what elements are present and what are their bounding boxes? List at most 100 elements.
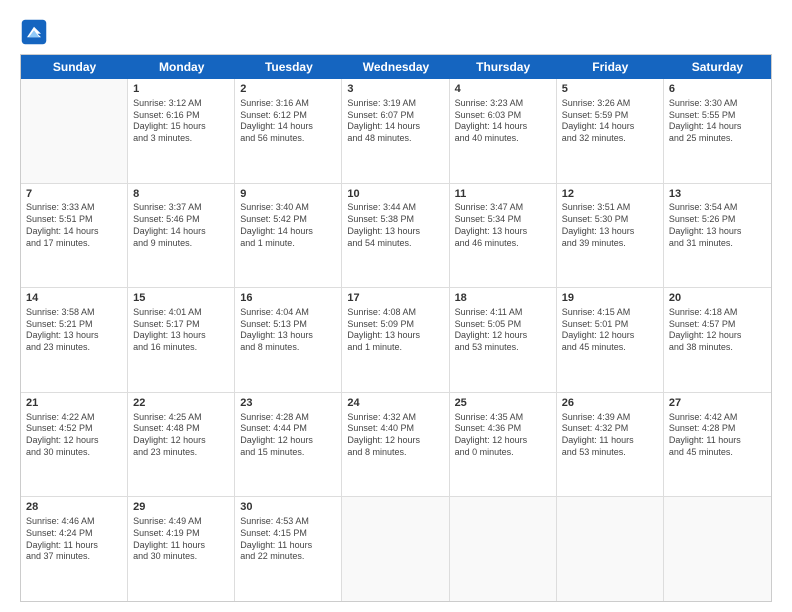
day-number: 9 [240,187,336,202]
calendar-day-cell: 8Sunrise: 3:37 AM Sunset: 5:46 PM Daylig… [128,184,235,288]
day-info: Sunrise: 4:32 AM Sunset: 4:40 PM Dayligh… [347,412,443,459]
weekday-header: Tuesday [235,55,342,79]
day-number: 5 [562,82,658,97]
calendar-day-cell: 12Sunrise: 3:51 AM Sunset: 5:30 PM Dayli… [557,184,664,288]
day-info: Sunrise: 4:46 AM Sunset: 4:24 PM Dayligh… [26,516,122,563]
logo [20,18,50,46]
weekday-header: Wednesday [342,55,449,79]
day-info: Sunrise: 3:47 AM Sunset: 5:34 PM Dayligh… [455,202,551,249]
day-number: 22 [133,396,229,411]
weekday-header: Sunday [21,55,128,79]
page: SundayMondayTuesdayWednesdayThursdayFrid… [0,0,792,612]
calendar-day-cell: 13Sunrise: 3:54 AM Sunset: 5:26 PM Dayli… [664,184,771,288]
day-number: 7 [26,187,122,202]
calendar-day-cell: 29Sunrise: 4:49 AM Sunset: 4:19 PM Dayli… [128,497,235,601]
day-number: 25 [455,396,551,411]
day-number: 18 [455,291,551,306]
calendar-day-cell: 22Sunrise: 4:25 AM Sunset: 4:48 PM Dayli… [128,393,235,497]
day-info: Sunrise: 3:51 AM Sunset: 5:30 PM Dayligh… [562,202,658,249]
calendar-day-cell: 25Sunrise: 4:35 AM Sunset: 4:36 PM Dayli… [450,393,557,497]
calendar-day-cell: 16Sunrise: 4:04 AM Sunset: 5:13 PM Dayli… [235,288,342,392]
calendar-day-cell: 15Sunrise: 4:01 AM Sunset: 5:17 PM Dayli… [128,288,235,392]
day-number: 4 [455,82,551,97]
day-info: Sunrise: 4:28 AM Sunset: 4:44 PM Dayligh… [240,412,336,459]
empty-cell [450,497,557,601]
day-info: Sunrise: 4:08 AM Sunset: 5:09 PM Dayligh… [347,307,443,354]
calendar-day-cell: 21Sunrise: 4:22 AM Sunset: 4:52 PM Dayli… [21,393,128,497]
day-info: Sunrise: 3:44 AM Sunset: 5:38 PM Dayligh… [347,202,443,249]
weekday-header: Friday [557,55,664,79]
day-number: 1 [133,82,229,97]
calendar-day-cell: 18Sunrise: 4:11 AM Sunset: 5:05 PM Dayli… [450,288,557,392]
day-info: Sunrise: 3:54 AM Sunset: 5:26 PM Dayligh… [669,202,766,249]
calendar-row: 14Sunrise: 3:58 AM Sunset: 5:21 PM Dayli… [21,288,771,393]
day-number: 19 [562,291,658,306]
day-info: Sunrise: 4:22 AM Sunset: 4:52 PM Dayligh… [26,412,122,459]
calendar-day-cell: 5Sunrise: 3:26 AM Sunset: 5:59 PM Daylig… [557,79,664,183]
calendar-day-cell: 30Sunrise: 4:53 AM Sunset: 4:15 PM Dayli… [235,497,342,601]
day-info: Sunrise: 3:30 AM Sunset: 5:55 PM Dayligh… [669,98,766,145]
calendar-day-cell: 1Sunrise: 3:12 AM Sunset: 6:16 PM Daylig… [128,79,235,183]
empty-cell [557,497,664,601]
calendar-row: 28Sunrise: 4:46 AM Sunset: 4:24 PM Dayli… [21,497,771,601]
calendar-day-cell: 4Sunrise: 3:23 AM Sunset: 6:03 PM Daylig… [450,79,557,183]
header [20,18,772,46]
day-number: 17 [347,291,443,306]
day-number: 10 [347,187,443,202]
day-number: 20 [669,291,766,306]
day-number: 8 [133,187,229,202]
day-info: Sunrise: 3:23 AM Sunset: 6:03 PM Dayligh… [455,98,551,145]
weekday-header: Monday [128,55,235,79]
calendar-day-cell: 9Sunrise: 3:40 AM Sunset: 5:42 PM Daylig… [235,184,342,288]
day-info: Sunrise: 4:39 AM Sunset: 4:32 PM Dayligh… [562,412,658,459]
calendar-day-cell: 7Sunrise: 3:33 AM Sunset: 5:51 PM Daylig… [21,184,128,288]
calendar-header: SundayMondayTuesdayWednesdayThursdayFrid… [21,55,771,79]
day-number: 23 [240,396,336,411]
day-info: Sunrise: 3:37 AM Sunset: 5:46 PM Dayligh… [133,202,229,249]
day-number: 13 [669,187,766,202]
day-info: Sunrise: 4:25 AM Sunset: 4:48 PM Dayligh… [133,412,229,459]
calendar-day-cell: 2Sunrise: 3:16 AM Sunset: 6:12 PM Daylig… [235,79,342,183]
day-number: 21 [26,396,122,411]
day-info: Sunrise: 4:35 AM Sunset: 4:36 PM Dayligh… [455,412,551,459]
calendar-day-cell: 3Sunrise: 3:19 AM Sunset: 6:07 PM Daylig… [342,79,449,183]
day-info: Sunrise: 3:26 AM Sunset: 5:59 PM Dayligh… [562,98,658,145]
calendar-day-cell: 10Sunrise: 3:44 AM Sunset: 5:38 PM Dayli… [342,184,449,288]
day-info: Sunrise: 4:15 AM Sunset: 5:01 PM Dayligh… [562,307,658,354]
day-number: 16 [240,291,336,306]
day-number: 29 [133,500,229,515]
day-info: Sunrise: 4:18 AM Sunset: 4:57 PM Dayligh… [669,307,766,354]
calendar-row: 1Sunrise: 3:12 AM Sunset: 6:16 PM Daylig… [21,79,771,184]
weekday-header: Thursday [450,55,557,79]
calendar-day-cell: 11Sunrise: 3:47 AM Sunset: 5:34 PM Dayli… [450,184,557,288]
calendar-day-cell: 28Sunrise: 4:46 AM Sunset: 4:24 PM Dayli… [21,497,128,601]
day-info: Sunrise: 4:01 AM Sunset: 5:17 PM Dayligh… [133,307,229,354]
day-number: 24 [347,396,443,411]
calendar-day-cell: 6Sunrise: 3:30 AM Sunset: 5:55 PM Daylig… [664,79,771,183]
calendar-day-cell: 26Sunrise: 4:39 AM Sunset: 4:32 PM Dayli… [557,393,664,497]
day-number: 28 [26,500,122,515]
day-info: Sunrise: 3:12 AM Sunset: 6:16 PM Dayligh… [133,98,229,145]
day-info: Sunrise: 4:04 AM Sunset: 5:13 PM Dayligh… [240,307,336,354]
day-number: 3 [347,82,443,97]
day-info: Sunrise: 4:11 AM Sunset: 5:05 PM Dayligh… [455,307,551,354]
calendar-day-cell: 17Sunrise: 4:08 AM Sunset: 5:09 PM Dayli… [342,288,449,392]
day-info: Sunrise: 3:19 AM Sunset: 6:07 PM Dayligh… [347,98,443,145]
empty-cell [21,79,128,183]
empty-cell [664,497,771,601]
calendar-day-cell: 27Sunrise: 4:42 AM Sunset: 4:28 PM Dayli… [664,393,771,497]
day-number: 14 [26,291,122,306]
day-info: Sunrise: 4:42 AM Sunset: 4:28 PM Dayligh… [669,412,766,459]
calendar-day-cell: 24Sunrise: 4:32 AM Sunset: 4:40 PM Dayli… [342,393,449,497]
day-info: Sunrise: 3:33 AM Sunset: 5:51 PM Dayligh… [26,202,122,249]
day-number: 12 [562,187,658,202]
empty-cell [342,497,449,601]
calendar-day-cell: 19Sunrise: 4:15 AM Sunset: 5:01 PM Dayli… [557,288,664,392]
day-info: Sunrise: 3:40 AM Sunset: 5:42 PM Dayligh… [240,202,336,249]
day-info: Sunrise: 4:49 AM Sunset: 4:19 PM Dayligh… [133,516,229,563]
calendar-day-cell: 14Sunrise: 3:58 AM Sunset: 5:21 PM Dayli… [21,288,128,392]
calendar-row: 7Sunrise: 3:33 AM Sunset: 5:51 PM Daylig… [21,184,771,289]
day-number: 30 [240,500,336,515]
calendar-body: 1Sunrise: 3:12 AM Sunset: 6:16 PM Daylig… [21,79,771,601]
day-number: 6 [669,82,766,97]
